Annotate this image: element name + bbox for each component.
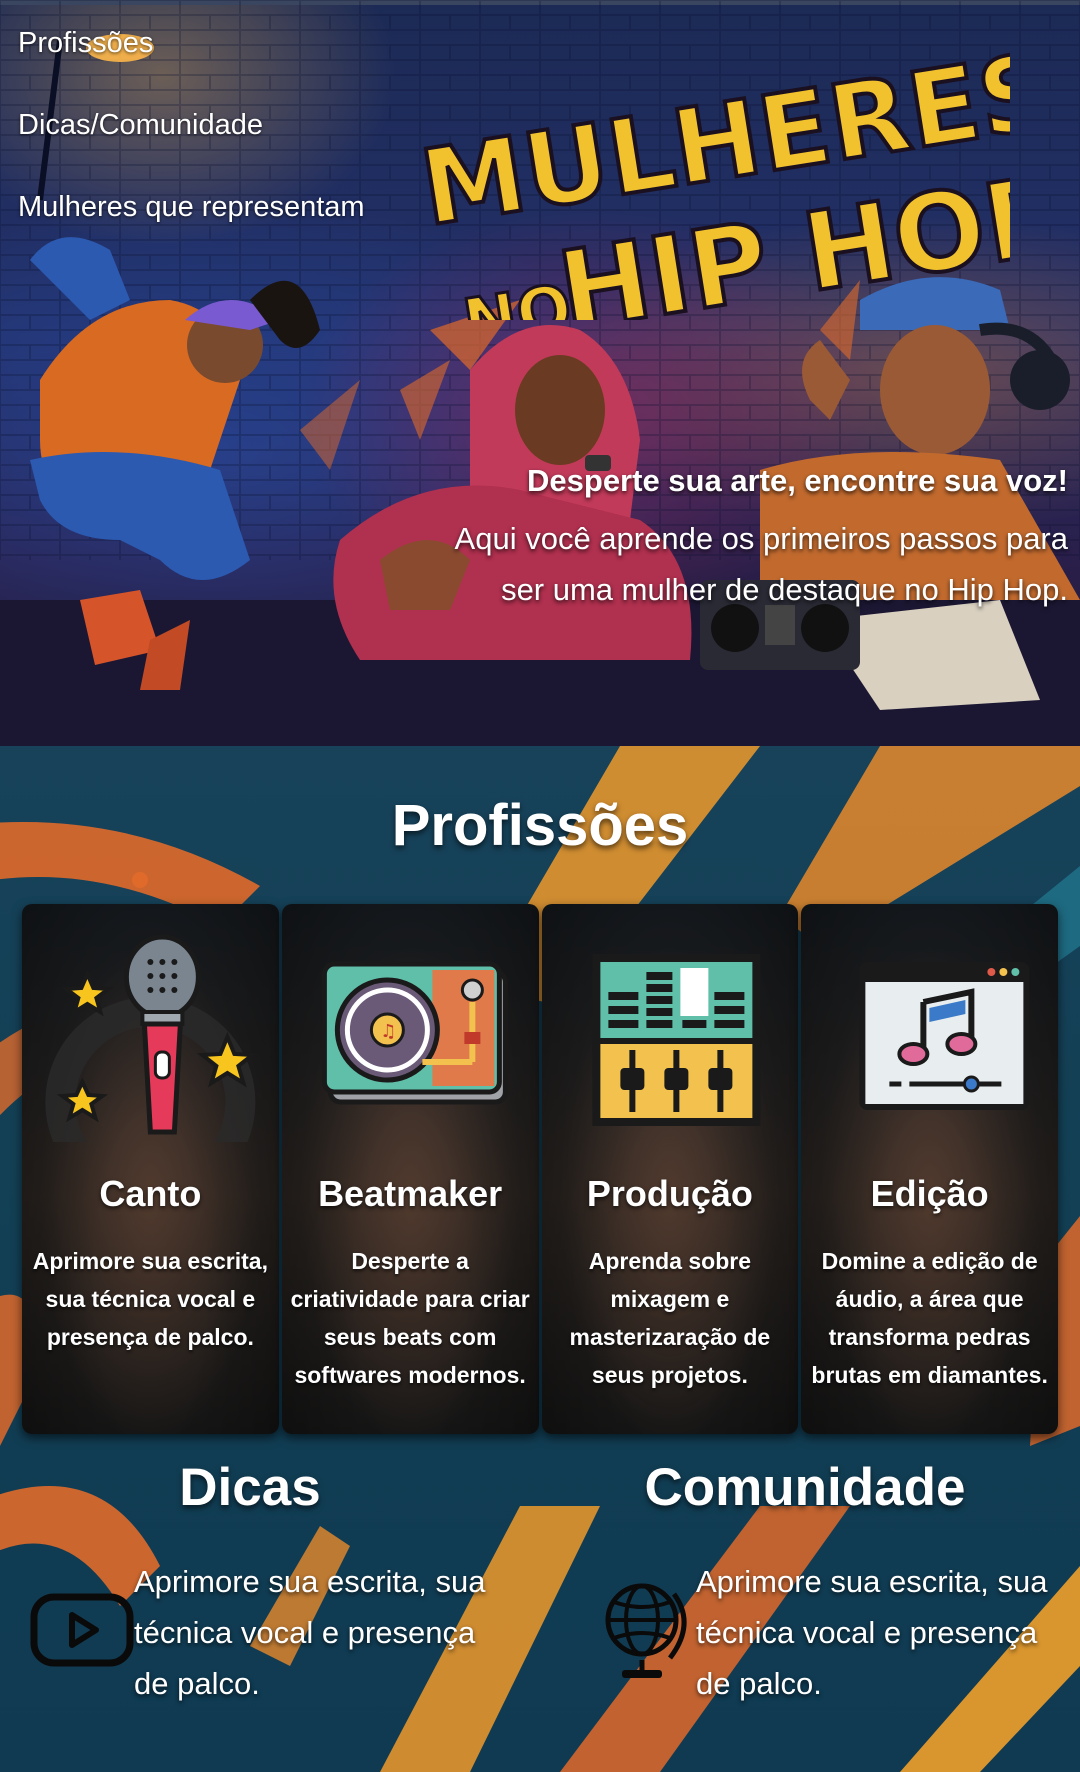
music-editor-icon bbox=[859, 962, 1030, 1110]
card-producao[interactable]: Produção Aprenda sobre mixagem e masteri… bbox=[541, 904, 799, 1434]
card-canto[interactable]: Canto Aprimore sua escrita, sua técnica … bbox=[22, 904, 279, 1434]
card-title: Canto bbox=[99, 1173, 202, 1214]
card-description: Domine a edição de áudio, a área que tra… bbox=[811, 1248, 1048, 1388]
nav-item-mulheres-que-representam[interactable]: Mulheres que representam bbox=[18, 186, 365, 228]
hero-tagline: Desperte sua arte, encontre sua voz! Aqu… bbox=[428, 455, 1068, 615]
card-title: Edição bbox=[870, 1173, 989, 1214]
section-title-profissoes: Profissões bbox=[391, 793, 689, 858]
card-description: Aprenda sobre mixagem e masterizaração d… bbox=[569, 1248, 771, 1388]
comunidade-text: Aprimore sua escrita, sua técnica vocal … bbox=[696, 1564, 1048, 1701]
microphone-icon bbox=[45, 934, 258, 1142]
dicas-title: Dicas bbox=[179, 1458, 321, 1517]
card-title: Beatmaker bbox=[318, 1173, 503, 1214]
comunidade-block: Comunidade Aprimore sua escrita, sua téc… bbox=[540, 1446, 1080, 1746]
globe-icon[interactable] bbox=[600, 1574, 690, 1684]
tagline-lead: Desperte sua arte, encontre sua voz! bbox=[527, 463, 1068, 498]
dicas-text: Aprimore sua escrita, sua técnica vocal … bbox=[134, 1564, 486, 1701]
profession-cards: Canto Aprimore sua escrita, sua técnica … bbox=[22, 904, 1058, 1434]
tagline-sub: Aqui você aprende os primeiros passos pa… bbox=[454, 521, 1068, 607]
mixer-icon bbox=[591, 954, 760, 1126]
hero-banner: MULHERES NO HIP HOP Profissões Dicas/Com… bbox=[0, 0, 1080, 746]
nav-item-profissoes[interactable]: Profissões bbox=[18, 22, 365, 64]
dicas-block: Dicas Aprimore sua escrita, sua técnica … bbox=[0, 1446, 540, 1746]
card-description: Aprimore sua escrita, sua técnica vocal … bbox=[32, 1248, 268, 1350]
nav-item-dicas-comunidade[interactable]: Dicas/Comunidade bbox=[18, 104, 365, 146]
comunidade-title: Comunidade bbox=[644, 1458, 966, 1517]
turntable-icon: ♫ bbox=[321, 961, 508, 1105]
logo-mulheres-no-hip-hop: MULHERES NO HIP HOP bbox=[411, 30, 1010, 320]
card-description: Desperte a criatividade para criar seus … bbox=[290, 1248, 530, 1388]
card-edicao[interactable]: Edição Domine a edição de áudio, a área … bbox=[801, 904, 1058, 1434]
card-beatmaker[interactable]: ♫ Beatmaker Desperte a criatividade para… bbox=[281, 904, 539, 1434]
profissoes-section: Profissões Canto Aprimore sua escrita, s… bbox=[0, 746, 1080, 1772]
youtube-play-icon[interactable] bbox=[30, 1591, 134, 1671]
card-title: Produção bbox=[586, 1173, 753, 1214]
main-nav: Profissões Dicas/Comunidade Mulheres que… bbox=[18, 22, 365, 228]
svg-text:♫: ♫ bbox=[380, 1021, 396, 1042]
